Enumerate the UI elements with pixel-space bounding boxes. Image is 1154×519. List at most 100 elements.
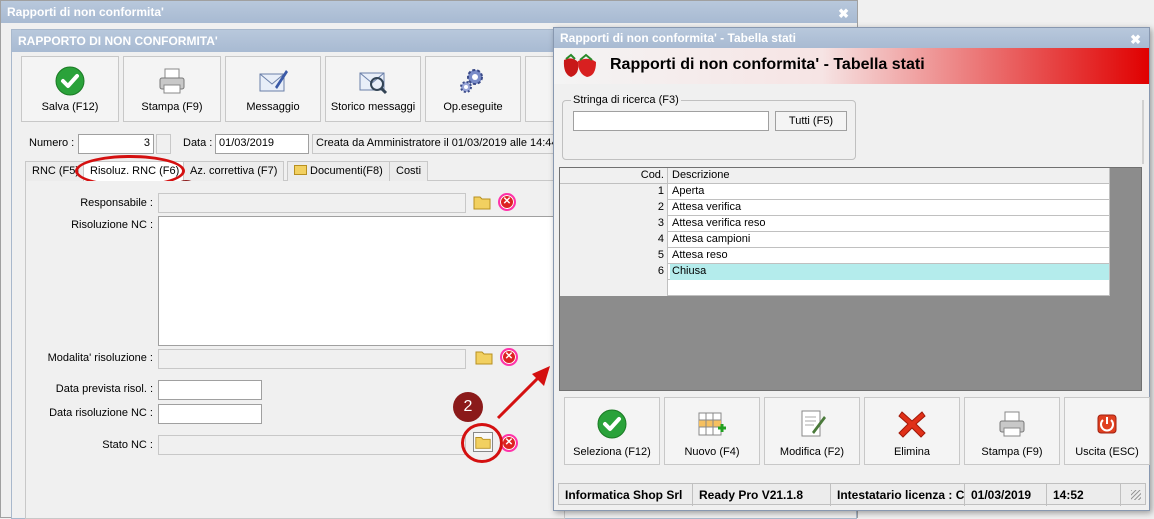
grid-area: Cod. Descrizione 1 Aperta 2 Attesa verif… bbox=[559, 167, 1142, 391]
uscita-label: Uscita (ESC) bbox=[1075, 446, 1139, 458]
elimina-button[interactable]: Elimina bbox=[864, 397, 960, 465]
dialog-stampa-button[interactable]: Stampa (F9) bbox=[964, 397, 1060, 465]
data-risoluzione-field[interactable] bbox=[158, 404, 262, 424]
bg-window-title: Rapporti di non conformita' bbox=[7, 5, 164, 19]
dialog-buttons: Seleziona (F12) Nuovo (F4) Modifica (F2)… bbox=[564, 397, 1154, 467]
numero-label: Numero : bbox=[29, 137, 75, 149]
search-group: Stringa di ricerca (F3) Tutti (F5) bbox=[562, 94, 856, 160]
row-cod: 4 bbox=[560, 232, 668, 248]
tab-documenti-label: Documenti(F8) bbox=[310, 165, 383, 177]
modifica-button[interactable]: Modifica (F2) bbox=[764, 397, 860, 465]
dialog-stampa-label: Stampa (F9) bbox=[981, 446, 1043, 458]
tutti-label: Tutti (F5) bbox=[788, 115, 834, 127]
stampa-button[interactable]: Stampa (F9) bbox=[123, 56, 221, 122]
elimina-label: Elimina bbox=[893, 446, 931, 458]
envelope-search-icon bbox=[359, 72, 388, 95]
modifica-label: Modifica (F2) bbox=[779, 446, 845, 458]
printer-icon bbox=[999, 411, 1025, 437]
modalita-field[interactable] bbox=[158, 349, 466, 369]
data-field[interactable]: 01/03/2019 bbox=[215, 134, 309, 154]
data-prevista-label: Data prevista risol. : bbox=[55, 383, 153, 395]
tab-costi-label: Costi bbox=[396, 165, 422, 177]
dialog-header-banner: Rapporti di non conformita' - Tabella st… bbox=[554, 48, 1149, 84]
seleziona-label: Seleziona (F12) bbox=[573, 446, 651, 458]
grid-table: Cod. Descrizione 1 Aperta 2 Attesa verif… bbox=[560, 168, 1110, 296]
annotation-badge-2: 2 bbox=[453, 392, 483, 422]
responsabile-label: Responsabile : bbox=[80, 197, 153, 209]
resize-grip-icon[interactable] bbox=[1131, 490, 1141, 500]
created-info-field: Creata da Amministratore il 01/03/2019 a… bbox=[312, 134, 556, 154]
row-desc: Aperta bbox=[670, 184, 1110, 200]
salva-button[interactable]: Salva (F12) bbox=[21, 56, 119, 122]
risoluzione-textarea[interactable] bbox=[158, 216, 558, 346]
col-desc-header[interactable]: Descrizione bbox=[670, 168, 1110, 184]
seleziona-button[interactable]: Seleziona (F12) bbox=[564, 397, 660, 465]
power-icon bbox=[1097, 414, 1117, 434]
created-info: Creata da Amministratore il 01/03/2019 a… bbox=[316, 137, 556, 149]
status-bar: Informatica Shop Srl Ready Pro V21.1.8 I… bbox=[558, 483, 1146, 506]
tab-rnc-label: RNC (F5) bbox=[32, 165, 80, 177]
search-input[interactable] bbox=[573, 111, 769, 131]
table-row[interactable]: 2 Attesa verifica bbox=[560, 200, 1110, 216]
nuovo-label: Nuovo (F4) bbox=[684, 446, 740, 458]
tab-documenti[interactable]: Documenti(F8) bbox=[287, 161, 390, 181]
status-license: Intestatario licenza : C bbox=[831, 484, 965, 506]
table-row-selected[interactable]: 6 Chiusa bbox=[560, 264, 1110, 280]
risoluzione-label: Risoluzione NC : bbox=[71, 219, 153, 231]
status-date: 01/03/2019 bbox=[965, 484, 1047, 506]
row-desc-empty bbox=[670, 280, 1110, 296]
row-cod: 6 bbox=[560, 264, 668, 280]
table-row[interactable]: 4 Attesa campioni bbox=[560, 232, 1110, 248]
nuovo-button[interactable]: Nuovo (F4) bbox=[664, 397, 760, 465]
data-prevista-field[interactable] bbox=[158, 380, 262, 400]
table-row[interactable]: 3 Attesa verifica reso bbox=[560, 216, 1110, 232]
table-row-empty[interactable] bbox=[560, 280, 1110, 296]
annotation-arrow bbox=[496, 366, 550, 420]
tutti-button[interactable]: Tutti (F5) bbox=[775, 111, 847, 131]
storico-label: Storico messaggi bbox=[330, 101, 416, 113]
grid-header: Cod. Descrizione bbox=[560, 168, 1110, 184]
status-time: 14:52 bbox=[1047, 484, 1121, 506]
row-desc: Chiusa bbox=[670, 264, 1110, 280]
tab-costi[interactable]: Costi bbox=[389, 161, 429, 181]
messaggio-label: Messaggio bbox=[246, 101, 300, 113]
row-desc: Attesa reso bbox=[670, 248, 1110, 264]
tab-az-correttiva[interactable]: Az. correttiva (F7) bbox=[183, 161, 285, 181]
dialog-close-icon[interactable]: ✖ bbox=[1130, 30, 1141, 50]
bg-window-title-bar: Rapporti di non conformita' ✖ bbox=[1, 1, 857, 23]
bg-close-icon[interactable]: ✖ bbox=[838, 3, 849, 25]
table-row[interactable]: 1 Aperta bbox=[560, 184, 1110, 200]
check-icon bbox=[55, 66, 85, 96]
stato-label: Stato NC : bbox=[102, 439, 153, 451]
messaggio-button[interactable]: Messaggio bbox=[225, 56, 321, 122]
uscita-button[interactable]: Uscita (ESC) bbox=[1064, 397, 1150, 465]
responsabile-field[interactable] bbox=[158, 193, 466, 213]
responsabile-folder-button[interactable] bbox=[472, 192, 492, 212]
row-cod-empty bbox=[560, 280, 668, 296]
stato-field[interactable] bbox=[158, 435, 466, 455]
responsabile-clear-button[interactable]: ✕ bbox=[498, 193, 516, 211]
envelope-pen-icon bbox=[259, 70, 288, 92]
col-cod-header[interactable]: Cod. bbox=[560, 168, 668, 184]
status-company: Informatica Shop Srl bbox=[559, 484, 693, 506]
row-cod: 5 bbox=[560, 248, 668, 264]
table-row[interactable]: 5 Attesa reso bbox=[560, 248, 1110, 264]
grid-add-icon bbox=[698, 412, 726, 436]
data-value: 01/03/2019 bbox=[219, 137, 275, 149]
dialog-title: Rapporti di non conformita' - Tabella st… bbox=[560, 31, 796, 45]
dialog-header-title: Rapporti di non conformita' - Tabella st… bbox=[610, 56, 925, 73]
printer-icon bbox=[159, 68, 185, 94]
inner-title: RAPPORTO DI NON CONFORMITA' bbox=[18, 34, 218, 48]
numero-field[interactable]: 3 bbox=[78, 134, 154, 154]
storico-button[interactable]: Storico messaggi bbox=[325, 56, 421, 122]
cross-icon bbox=[898, 411, 926, 438]
row-cod: 1 bbox=[560, 184, 668, 200]
stampa-label: Stampa (F9) bbox=[141, 101, 203, 113]
numero-lookup-button[interactable] bbox=[156, 134, 171, 154]
tab-az-label: Az. correttiva (F7) bbox=[190, 165, 278, 177]
row-cod: 3 bbox=[560, 216, 668, 232]
row-desc: Attesa campioni bbox=[670, 232, 1110, 248]
numero-value: 3 bbox=[143, 137, 150, 149]
modalita-label: Modalita' risoluzione : bbox=[47, 352, 153, 364]
op-eseguite-button[interactable]: Op.eseguite bbox=[425, 56, 521, 122]
